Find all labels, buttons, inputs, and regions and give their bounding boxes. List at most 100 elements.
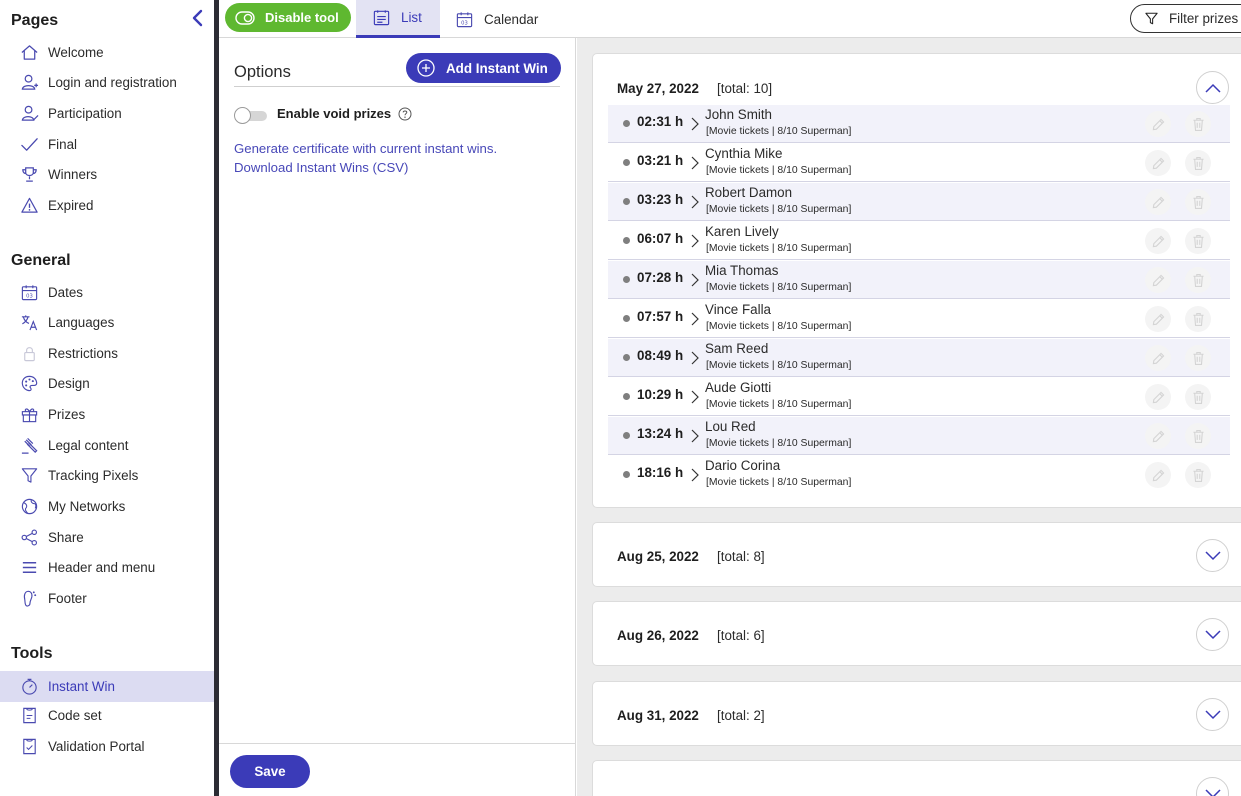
- table-row[interactable]: 07:28 h Mia Thomas [Movie tickets | 8/10…: [608, 261, 1230, 299]
- sidebar-item-label: Welcome: [48, 45, 104, 60]
- validation-icon: [19, 737, 39, 757]
- delete-button[interactable]: [1185, 267, 1211, 293]
- delete-button[interactable]: [1185, 111, 1211, 137]
- status-dot: [623, 315, 630, 322]
- sidebar-item-label: Dates: [48, 285, 83, 300]
- sidebar-item-label: Footer: [48, 591, 87, 606]
- sidebar-item-winners[interactable]: Winners: [0, 159, 214, 190]
- sidebar-item-footer[interactable]: Footer: [0, 583, 214, 614]
- chevron-right-icon[interactable]: [691, 117, 699, 131]
- delete-button[interactable]: [1185, 306, 1211, 332]
- sidebar-item-expired[interactable]: Expired: [0, 190, 214, 221]
- sidebar-item-tracking-pixels[interactable]: Tracking Pixels: [0, 460, 214, 491]
- chevron-right-icon[interactable]: [691, 195, 699, 209]
- instant-wins-list[interactable]: May 27, 2022 [total: 10] 02:31 h John Sm…: [577, 38, 1241, 796]
- sidebar-item-instant-win[interactable]: Instant Win: [0, 671, 214, 702]
- edit-button[interactable]: [1145, 150, 1171, 176]
- edit-button[interactable]: [1145, 384, 1171, 410]
- edit-button[interactable]: [1145, 345, 1171, 371]
- edit-button[interactable]: [1145, 306, 1171, 332]
- chevron-left-icon[interactable]: [188, 8, 208, 28]
- delete-button[interactable]: [1185, 423, 1211, 449]
- delete-button[interactable]: [1185, 150, 1211, 176]
- table-row[interactable]: 03:21 h Cynthia Mike [Movie tickets | 8/…: [608, 144, 1230, 182]
- table-row[interactable]: 02:31 h John Smith [Movie tickets | 8/10…: [608, 105, 1230, 143]
- expand-group-button[interactable]: [1196, 698, 1229, 731]
- date-group-card[interactable]: Aug 26, 2022 [total: 6]: [592, 601, 1241, 666]
- delete-button[interactable]: [1185, 228, 1211, 254]
- sidebar-item-prizes[interactable]: Prizes: [0, 399, 214, 430]
- expand-group-button[interactable]: [1196, 618, 1229, 651]
- group-date: Aug 26, 2022: [617, 628, 699, 643]
- collapse-group-button[interactable]: [1196, 71, 1229, 104]
- date-group-card[interactable]: Aug 25, 2022 [total: 8]: [592, 522, 1241, 587]
- expand-group-button[interactable]: [1196, 777, 1229, 796]
- table-row[interactable]: 13:24 h Lou Red [Movie tickets | 8/10 Su…: [608, 417, 1230, 455]
- calendar-icon: 03: [456, 11, 473, 27]
- winner-name: Aude Giotti: [705, 380, 772, 395]
- sidebar-item-restrictions[interactable]: Restrictions: [0, 338, 214, 369]
- void-prizes-toggle[interactable]: [234, 107, 268, 124]
- table-row[interactable]: 03:23 h Robert Damon [Movie tickets | 8/…: [608, 183, 1230, 221]
- tab-calendar[interactable]: 03 Calendar: [455, 0, 555, 38]
- edit-button[interactable]: [1145, 189, 1171, 215]
- sidebar-item-my-networks[interactable]: My Networks: [0, 491, 214, 522]
- date-group-card[interactable]: [592, 760, 1241, 796]
- help-icon[interactable]: [398, 107, 412, 121]
- table-row[interactable]: 07:57 h Vince Falla [Movie tickets | 8/1…: [608, 300, 1230, 338]
- date-group-card: May 27, 2022 [total: 10] 02:31 h John Sm…: [592, 53, 1241, 508]
- sidebar-item-share[interactable]: Share: [0, 522, 214, 553]
- expand-group-button[interactable]: [1196, 539, 1229, 572]
- chevron-right-icon[interactable]: [691, 273, 699, 287]
- delete-button[interactable]: [1185, 189, 1211, 215]
- sidebar-item-dates[interactable]: 03 Dates: [0, 277, 214, 308]
- add-instant-win-button[interactable]: Add Instant Win: [406, 53, 561, 83]
- delete-button[interactable]: [1185, 345, 1211, 371]
- chevron-up-icon: [1204, 83, 1221, 93]
- edit-button[interactable]: [1145, 462, 1171, 488]
- group-date: May 27, 2022: [617, 81, 699, 96]
- pencil-icon: [1152, 430, 1164, 442]
- table-row[interactable]: 06:07 h Karen Lively [Movie tickets | 8/…: [608, 222, 1230, 260]
- sidebar-item-code-set[interactable]: Code set: [0, 700, 214, 731]
- chevron-right-icon[interactable]: [691, 234, 699, 248]
- save-button[interactable]: Save: [230, 755, 310, 788]
- delete-button[interactable]: [1185, 384, 1211, 410]
- download-csv-link[interactable]: Download Instant Wins (CSV): [234, 160, 408, 175]
- tab-list[interactable]: List: [356, 0, 440, 38]
- filter-icon: [19, 466, 39, 486]
- chevron-right-icon[interactable]: [691, 390, 699, 404]
- generate-certificate-link[interactable]: Generate certificate with current instan…: [234, 141, 497, 156]
- sidebar-item-welcome[interactable]: Welcome: [0, 37, 214, 68]
- edit-button[interactable]: [1145, 111, 1171, 137]
- sidebar-item-header-menu[interactable]: Header and menu: [0, 552, 214, 583]
- chevron-right-icon[interactable]: [691, 156, 699, 170]
- sidebar-item-validation-portal[interactable]: Validation Portal: [0, 731, 214, 762]
- chevron-right-icon[interactable]: [691, 312, 699, 326]
- sidebar-item-legal-content[interactable]: Legal content: [0, 430, 214, 461]
- chevron-right-icon[interactable]: [691, 351, 699, 365]
- sidebar-item-login-registration[interactable]: Login and registration: [0, 67, 214, 98]
- sidebar-item-label: Restrictions: [48, 346, 118, 361]
- sidebar-item-participation[interactable]: Participation: [0, 98, 214, 129]
- pencil-icon: [1152, 157, 1164, 169]
- pencil-icon: [1152, 274, 1164, 286]
- delete-button[interactable]: [1185, 462, 1211, 488]
- chevron-right-icon[interactable]: [691, 429, 699, 443]
- edit-button[interactable]: [1145, 423, 1171, 449]
- status-dot: [623, 159, 630, 166]
- table-row[interactable]: 08:49 h Sam Reed [Movie tickets | 8/10 S…: [608, 339, 1230, 377]
- date-group-card[interactable]: Aug 31, 2022 [total: 2]: [592, 681, 1241, 746]
- edit-button[interactable]: [1145, 228, 1171, 254]
- table-row[interactable]: 18:16 h Dario Corina [Movie tickets | 8/…: [608, 456, 1230, 494]
- sidebar-item-languages[interactable]: Languages: [0, 307, 214, 338]
- filter-prizes-button[interactable]: Filter prizes: [1130, 4, 1241, 33]
- edit-button[interactable]: [1145, 267, 1171, 293]
- sidebar-item-final[interactable]: Final: [0, 129, 214, 160]
- chevron-right-icon[interactable]: [691, 468, 699, 482]
- disable-tool-button[interactable]: Disable tool: [225, 3, 351, 32]
- win-time: 18:16 h: [637, 465, 684, 480]
- table-row[interactable]: 10:29 h Aude Giotti [Movie tickets | 8/1…: [608, 378, 1230, 416]
- sidebar-item-design[interactable]: Design: [0, 368, 214, 399]
- svg-text:03: 03: [461, 20, 468, 26]
